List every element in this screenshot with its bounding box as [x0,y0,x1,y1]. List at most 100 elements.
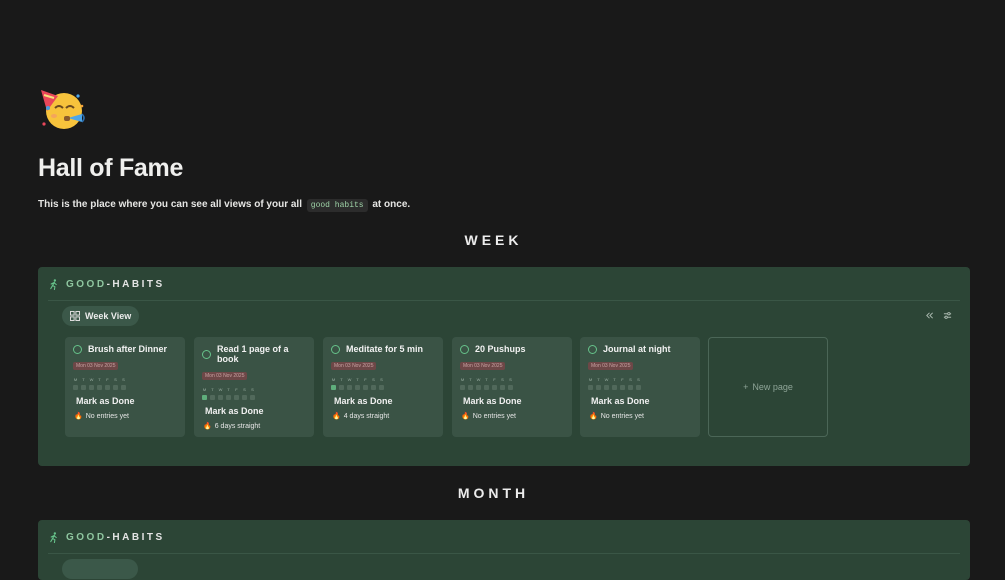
mark-as-done-button[interactable]: Mark as Done [588,396,692,406]
date-tag: Mon 03 Nov 2025 [460,362,506,370]
habit-title: Brush after Dinner [88,344,168,354]
week-view-tab[interactable]: Week View [62,306,140,326]
flame-icon: 🔥 [332,413,341,420]
month-view-tab[interactable] [62,559,138,579]
sliders-icon[interactable] [943,311,952,320]
circle-icon [73,344,82,354]
habit-card[interactable]: Meditate for 5 min Mon 03 Nov 2025 MTWTF… [323,337,443,437]
habit-title: Read 1 page of a book [217,344,289,364]
runner-icon [50,532,57,543]
description-text-end: at once. [372,199,411,210]
day-checkbox[interactable] [500,385,505,390]
day-checkbox[interactable] [460,385,465,390]
date-tag: Mon 03 Nov 2025 [331,362,377,370]
date-tag: Mon 03 Nov 2025 [73,362,119,370]
habit-card[interactable]: Journal at night Mon 03 Nov 2025 MTWTFSS… [580,337,700,437]
habit-card[interactable]: Read 1 page of a book Mon 03 Nov 2025 MT… [194,337,314,437]
divider [48,300,960,301]
divider [48,553,960,554]
day-checkbox[interactable] [73,385,78,390]
circle-icon [460,344,469,354]
weekday-labels: MTWTFSS [331,377,383,382]
database-title-good: GOOD [66,279,107,290]
circle-icon [331,344,340,354]
day-checkbox[interactable] [596,385,601,390]
day-checkbox[interactable] [81,385,86,390]
day-checkbox[interactable] [113,385,118,390]
day-checkbox[interactable] [379,385,384,390]
day-checkbox[interactable] [363,385,368,390]
party-face-emoji-icon [41,90,85,129]
day-checkbox[interactable] [468,385,473,390]
weekday-labels: MTWTFSS [202,387,254,392]
new-page-button[interactable]: + New page [708,337,828,437]
day-checkbox[interactable] [89,385,94,390]
day-checkbox[interactable] [218,395,223,400]
day-checkbox[interactable] [210,395,215,400]
day-checkbox[interactable] [331,385,336,390]
day-checkbox[interactable] [234,395,239,400]
weekday-labels: MTWTFSS [460,377,512,382]
view-toolbar [925,311,952,320]
streak-status: 🔥 No entries yet [74,412,129,421]
habit-title: Journal at night [603,344,671,354]
database-title-habits: HABITS [112,279,165,290]
weekday-labels: MTWTFSS [588,377,640,382]
week-checkboxes[interactable] [331,385,435,390]
day-checkbox[interactable] [347,385,352,390]
day-checkbox[interactable] [105,385,110,390]
day-checkbox[interactable] [476,385,481,390]
date-tag: Mon 03 Nov 2025 [588,362,634,370]
day-checkbox[interactable] [250,395,255,400]
circle-icon [588,344,597,354]
month-habits-database: GOOD-HABITS [38,520,970,580]
date-tag: Mon 03 Nov 2025 [202,372,248,380]
day-checkbox[interactable] [628,385,633,390]
day-checkbox[interactable] [588,385,593,390]
streak-status: 🔥 4 days straight [332,412,390,421]
mark-as-done-button[interactable]: Mark as Done [73,396,177,406]
weekday-labels: MTWTFSS [73,377,125,382]
mark-as-done-button[interactable]: Mark as Done [460,396,564,406]
database-title-good: GOOD [66,532,107,543]
day-checkbox[interactable] [339,385,344,390]
habit-card[interactable]: 20 Pushups Mon 03 Nov 2025 MTWTFSS Mark … [452,337,572,437]
day-checkbox[interactable] [97,385,102,390]
database-title-habits: HABITS [112,532,165,543]
week-checkboxes[interactable] [588,385,692,390]
day-checkbox[interactable] [242,395,247,400]
week-checkboxes[interactable] [460,385,564,390]
mark-as-done-button[interactable]: Mark as Done [202,406,306,416]
habit-card[interactable]: Brush after Dinner Mon 03 Nov 2025 MTWTF… [65,337,185,437]
new-page-label: New page [752,382,793,392]
day-checkbox[interactable] [604,385,609,390]
day-checkbox[interactable] [636,385,641,390]
streak-status: 🔥 No entries yet [589,412,644,421]
day-checkbox[interactable] [484,385,489,390]
flame-icon: 🔥 [74,413,83,420]
mark-as-done-button[interactable]: Mark as Done [331,396,435,406]
week-checkboxes[interactable] [73,385,177,390]
day-checkbox[interactable] [226,395,231,400]
flame-icon: 🔥 [203,423,212,430]
day-checkbox[interactable] [202,395,207,400]
database-title[interactable]: GOOD-HABITS [48,532,165,543]
circle-icon [202,349,211,359]
double-chevron-left-icon[interactable] [925,311,934,320]
day-checkbox[interactable] [121,385,126,390]
database-title[interactable]: GOOD-HABITS [48,279,165,290]
day-checkbox[interactable] [355,385,360,390]
week-checkboxes[interactable] [202,395,306,400]
day-checkbox[interactable] [612,385,617,390]
description-text: This is the place where you can see all … [38,199,302,210]
inline-code: good habits [306,199,368,212]
day-checkbox[interactable] [508,385,513,390]
day-checkbox[interactable] [492,385,497,390]
week-view-label: Week View [85,311,132,321]
page-description: This is the place where you can see all … [38,199,411,212]
week-habits-database: GOOD-HABITS Week View Brush after Dinner… [38,267,970,466]
streak-status: 🔥 6 days straight [203,422,261,431]
day-checkbox[interactable] [371,385,376,390]
day-checkbox[interactable] [620,385,625,390]
habit-title: Meditate for 5 min [346,344,424,354]
